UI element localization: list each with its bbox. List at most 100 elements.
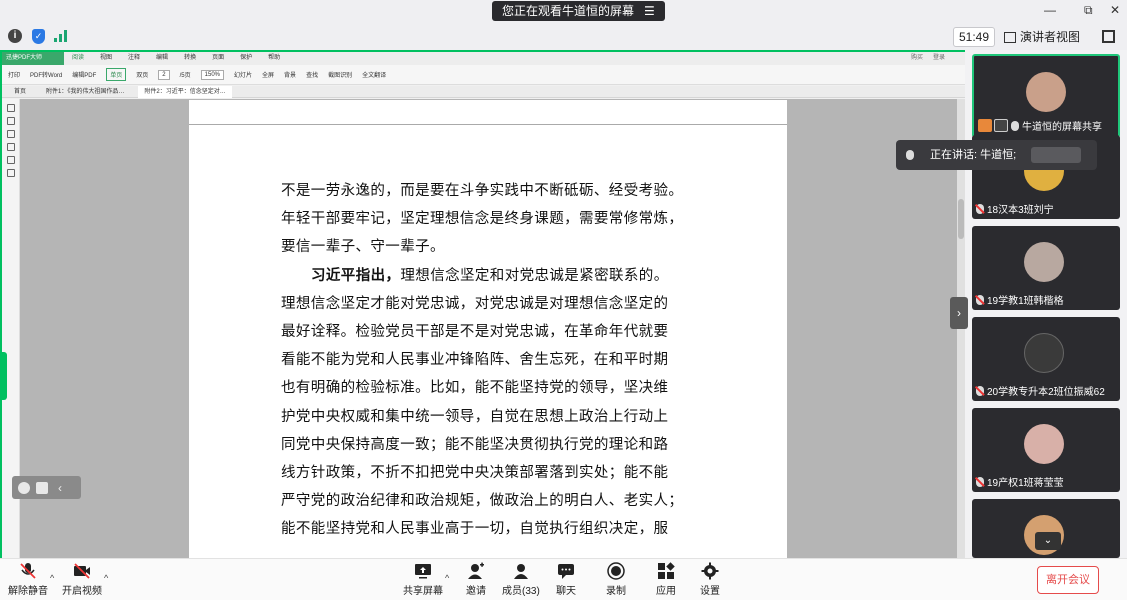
unmute-button[interactable]: 解除静音 <box>8 562 48 597</box>
members-icon <box>513 564 528 579</box>
pdf-buy: 购买 <box>910 55 923 61</box>
record-button[interactable]: 录制 <box>606 562 626 597</box>
collapse-panel-button[interactable]: › <box>950 297 968 329</box>
participant-name-row: 20学教专升本2班位振威62 <box>976 383 1105 398</box>
chevron-up-icon[interactable]: ^ <box>50 573 54 583</box>
share-screen-button[interactable]: 共享屏幕 <box>403 562 443 597</box>
pdf-fullscreen: 全屏 <box>262 73 275 79</box>
pdf-menu-item: 帮助 <box>268 55 281 61</box>
start-video-button[interactable]: 开启视频 <box>62 562 102 597</box>
fullscreen-icon[interactable] <box>1102 30 1115 43</box>
bold-lead: 习近平指出， <box>311 266 401 284</box>
speaking-label: 正在讲话: 牛道恒; <box>930 149 1017 161</box>
speaking-avatar-placeholder <box>1031 147 1081 163</box>
text-line: 最好诠释。检验党员干部是不是对党忠诚，在革命年代就要 <box>281 323 669 340</box>
participant-tile[interactable]: 20学教专升本2班位振威62 <box>972 317 1120 401</box>
side-handle[interactable] <box>2 352 7 400</box>
chat-bubble-icon[interactable] <box>36 481 48 494</box>
pdf-app-name: 迅捷PDF大师 <box>2 52 64 65</box>
share-icons <box>978 119 1008 132</box>
participant-tile[interactable]: 19产权1班蒋莹莹 <box>972 408 1120 492</box>
pdf-background: 背景 <box>284 73 297 79</box>
text-line: 也有明确的检验标准。比如，能不能坚持党的领导，坚决维 <box>281 380 669 397</box>
mic-icon <box>906 150 914 160</box>
avatar <box>1024 424 1064 464</box>
members-button[interactable]: 成员(33) <box>502 562 540 597</box>
text-line: 年轻干部要牢记，坚定理想信念是终身课题，需要常修常炼， <box>281 211 684 228</box>
chat-button[interactable]: 聊天 <box>556 562 576 597</box>
mic-muted-icon <box>20 563 36 579</box>
chevron-left-icon[interactable]: ‹ <box>58 481 62 495</box>
annotation-float-bar[interactable]: ‹ <box>12 476 81 499</box>
pdf-single-page: 单页 <box>106 68 127 81</box>
chevron-up-icon[interactable]: ^ <box>104 573 108 583</box>
share-screen-icon <box>415 564 431 579</box>
pdf-tab: 首页 <box>14 88 27 95</box>
text-line: 看能不能为党和人民事业冲锋陷阵、舍生忘死，在和平时期 <box>281 352 669 369</box>
sharing-banner: 您正在观看牛道恒的屏幕 ☰ <box>492 1 665 21</box>
apps-button[interactable]: 应用 <box>656 562 676 597</box>
participant-tile[interactable]: 19学教1班韩楷格 <box>972 226 1120 310</box>
text-line: 严守党的政治纪律和政治规矩，做政治上的明白人、老实人； <box>281 493 684 510</box>
pdf-slideshow: 幻灯片 <box>234 73 253 79</box>
pdf-menu-item: 转换 <box>184 55 197 61</box>
participant-name-row: 19产权1班蒋莹莹 <box>976 474 1064 489</box>
sharing-banner-text: 您正在观看牛道恒的屏幕 <box>502 4 635 18</box>
chevron-up-icon[interactable]: ^ <box>445 573 449 583</box>
text-line: 线方针政策，不折不扣把党中央决策部署落到实处；能不能 <box>281 464 669 481</box>
pdf-toolbar: 打印 PDF转Word 编辑PDF 单页 双页 2 /5页 150% 幻灯片 全… <box>2 65 965 85</box>
pdf-page-number: 2 <box>158 69 170 80</box>
invite-label: 邀请 <box>466 586 486 597</box>
pdf-menu-item: 注释 <box>128 55 141 61</box>
avatar <box>1026 72 1066 112</box>
layout-icon <box>1004 31 1016 43</box>
info-icon[interactable]: i <box>8 29 22 43</box>
pdf-find: 查找 <box>306 73 319 79</box>
pdf-double-page: 双页 <box>136 73 149 79</box>
participant-tile[interactable]: 牛道恒的屏幕共享 <box>972 54 1120 138</box>
restore-button[interactable]: ⧉ <box>1084 3 1093 18</box>
menu-icon[interactable]: ☰ <box>644 1 655 21</box>
meeting-timer: 51:49 <box>953 27 995 47</box>
avatar <box>1024 333 1064 373</box>
pdf-print: 打印 <box>8 73 21 79</box>
document-page: 不是一劳永逸的，而是要在斗争实践中不断砥砺、经受考验。 年轻干部要牢记，坚定理想… <box>189 100 787 558</box>
pdf-tab-active: 附件2：习近平：信念坚定对… <box>138 85 232 98</box>
add-user-icon <box>468 562 484 579</box>
chat-label: 聊天 <box>556 586 576 597</box>
share-label: 共享屏幕 <box>403 586 443 597</box>
chevron-down-icon[interactable]: ⌄ <box>1035 532 1061 550</box>
participant-name-row: 牛道恒的屏幕共享 <box>978 118 1102 133</box>
leave-meeting-button[interactable]: 离开会议 <box>1037 566 1099 594</box>
pdf-page-total: /5页 <box>179 73 191 79</box>
text-line: 不是一劳永逸的，而是要在斗争实践中不断砥砺、经受考验。 <box>281 183 684 199</box>
emoji-icon[interactable] <box>18 481 30 494</box>
text-line: 要信一辈子、守一辈子。 <box>281 239 445 256</box>
minimize-button[interactable]: — <box>1044 3 1056 17</box>
mic-icon <box>1011 120 1019 131</box>
speaker-view-button[interactable]: 演讲者视图 <box>1004 27 1080 47</box>
pdf-menu-item: 页面 <box>212 55 225 61</box>
text-line-paragraph: 习近平指出，理想信念坚定和对党忠诚是紧密联系的。 <box>281 262 701 290</box>
settings-button[interactable]: 设置 <box>700 562 720 597</box>
pdf-menu: 阅读 视图 注释 编辑 转换 页面 保护 帮助 <box>72 52 280 66</box>
pdf-tab: 附件1：《我的伟大祖国作品… <box>46 88 125 95</box>
text-line: 护党中央权威和集中统一领导，自觉在思想上政治上行动上 <box>281 408 669 425</box>
signal-icon[interactable] <box>54 30 68 42</box>
close-button[interactable]: ✕ <box>1110 3 1120 17</box>
shield-icon[interactable]: ✓ <box>32 29 45 44</box>
apps-label: 应用 <box>656 586 676 597</box>
participant-name: 19学教1班韩楷格 <box>987 296 1064 307</box>
text-line: 同党中央保持高度一致；能不能坚决贯彻执行党的理论和路 <box>281 436 669 453</box>
participant-name: 18汉本3班刘宁 <box>987 205 1054 216</box>
record-icon <box>607 562 625 580</box>
apps-icon <box>658 562 675 579</box>
meeting-toolbar: 解除静音 ^ 开启视频 ^ 共享屏幕 ^ 邀请 成员(33) 聊天 录制 应用 … <box>0 558 1127 600</box>
speaking-indicator: 正在讲话: 牛道恒; <box>896 140 1097 170</box>
pdf-screenshot: 截图识别 <box>328 73 353 79</box>
settings-label: 设置 <box>700 586 720 597</box>
video-label: 开启视频 <box>62 586 102 597</box>
participant-name-row: 18汉本3班刘宁 <box>976 201 1054 216</box>
invite-button[interactable]: 邀请 <box>466 562 486 597</box>
video-off-icon <box>74 563 90 579</box>
